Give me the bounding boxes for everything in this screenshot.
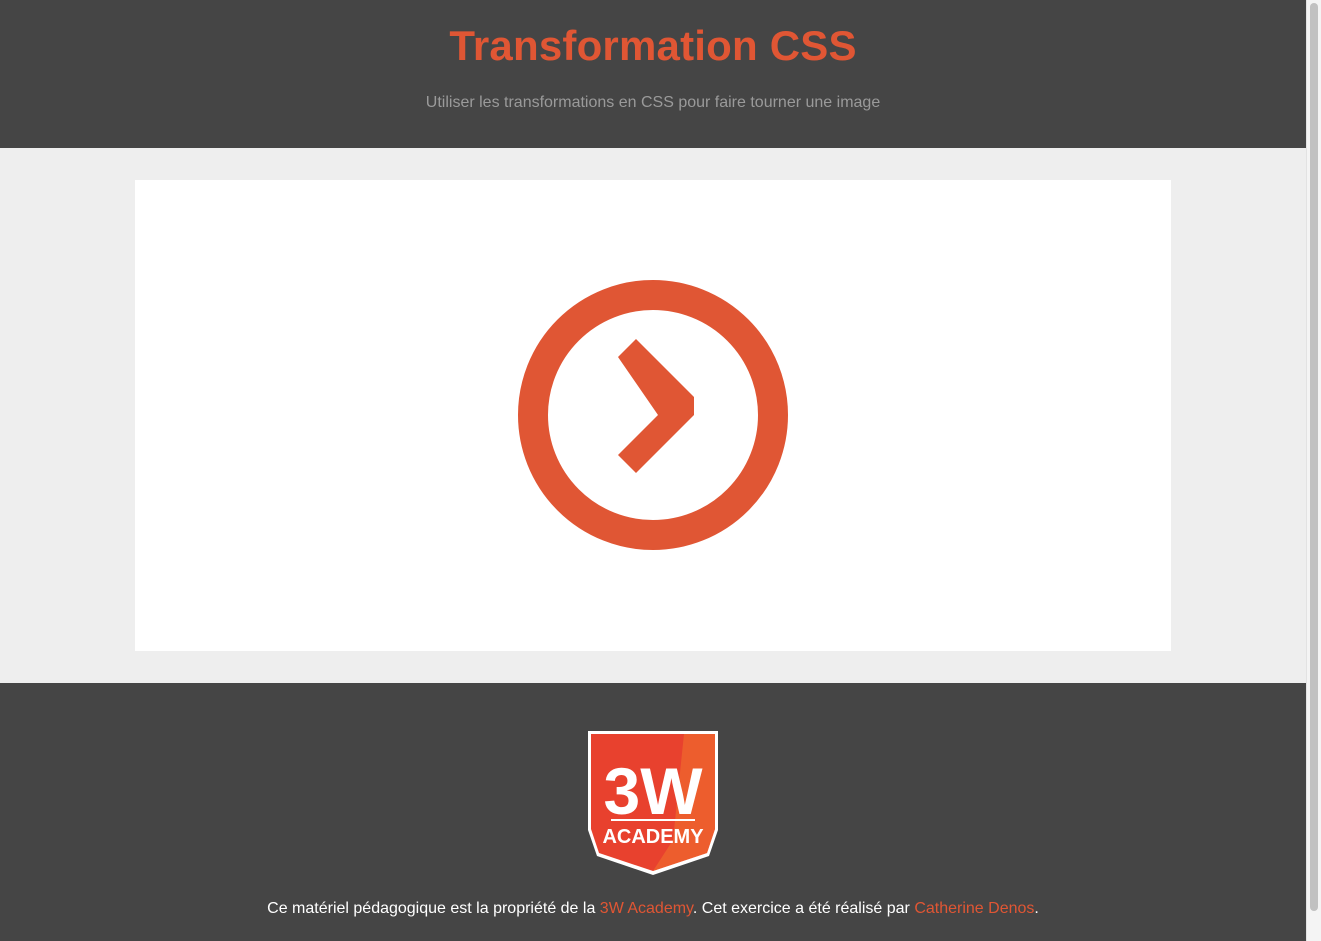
credit-suffix: .	[1034, 900, 1039, 917]
page-title: Transformation CSS	[449, 22, 857, 69]
page: Transformation CSS Utiliser les transfor…	[0, 0, 1306, 941]
image-card	[135, 180, 1171, 651]
chevron-right-circle-icon	[518, 280, 788, 550]
author-link[interactable]: Catherine Denos	[914, 900, 1034, 917]
3w-academy-logo: 3W ACADEMY	[588, 731, 718, 875]
page-header: Transformation CSS Utiliser les transfor…	[0, 0, 1306, 148]
credit-prefix: Ce matériel pédagogique est la propriété…	[267, 900, 600, 917]
vertical-scrollbar[interactable]	[1306, 0, 1321, 941]
page-subtitle: Utiliser les transformations en CSS pour…	[425, 94, 881, 111]
3w-academy-link[interactable]: 3W Academy	[600, 900, 693, 917]
main-content	[0, 148, 1306, 683]
scrollbar-thumb[interactable]	[1310, 3, 1318, 911]
logo-text-3w: 3W	[604, 754, 704, 828]
footer-credit: Ce matériel pédagogique est la propriété…	[0, 900, 1306, 918]
logo-text-academy: ACADEMY	[602, 826, 704, 848]
page-footer: 3W ACADEMY Ce matériel pédagogique est l…	[0, 683, 1306, 941]
credit-middle: . Cet exercice a été réalisé par	[692, 900, 915, 917]
